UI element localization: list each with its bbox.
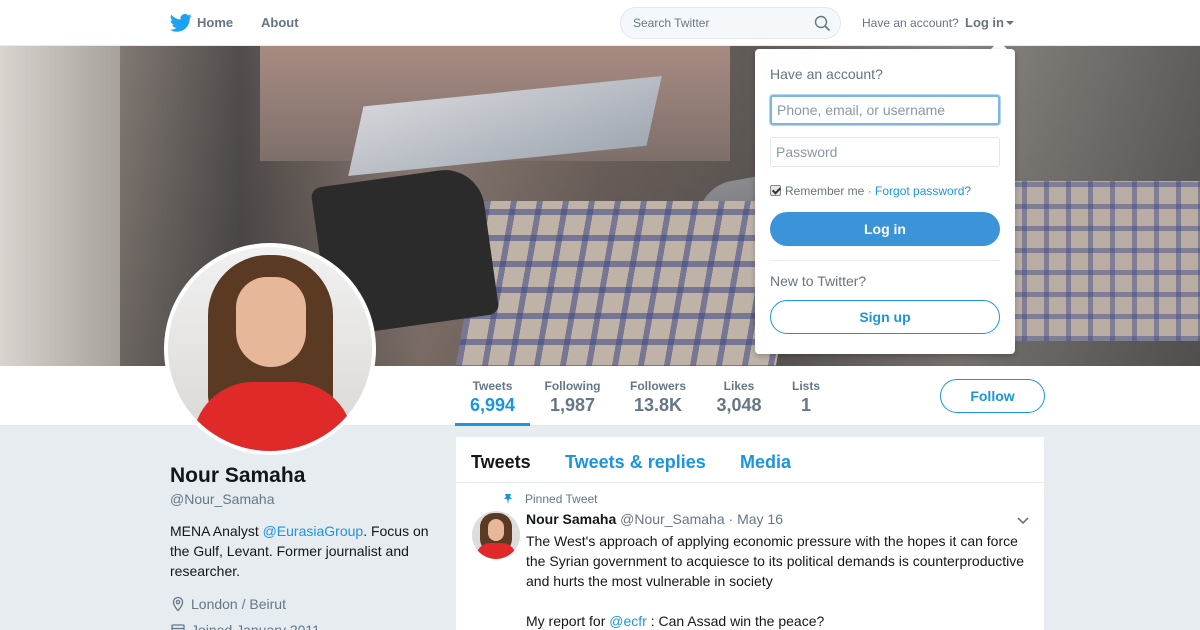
bio-mention-link[interactable]: @EurasiaGroup <box>263 523 364 539</box>
new-to-twitter-text: New to Twitter? <box>770 273 867 289</box>
timeline-tabs: Tweets Tweets & replies Media <box>456 437 1044 483</box>
stat-following[interactable]: Following 1,987 <box>540 366 605 426</box>
profile-location: London / Beirut <box>170 596 286 612</box>
forgot-password-link[interactable]: Forgot password? <box>875 184 971 198</box>
stat-tweets[interactable]: Tweets 6,994 <box>455 366 530 426</box>
twitter-bird-icon[interactable] <box>170 13 192 33</box>
nav-about-link[interactable]: About <box>261 15 299 30</box>
nav-home-link[interactable]: Home <box>197 15 233 30</box>
tweet-text-part: My report for <box>526 613 610 629</box>
search-input[interactable] <box>633 16 803 30</box>
stat-value: 6,994 <box>469 395 516 415</box>
dropdown-title: Have an account? <box>770 66 883 82</box>
bio-text: MENA Analyst <box>170 523 263 539</box>
stat-label: Likes <box>723 379 755 393</box>
stat-value: 1,987 <box>549 395 596 415</box>
stat-value: 1 <box>800 395 811 415</box>
tweet-mention-link[interactable]: @ecfr <box>609 613 647 629</box>
pin-icon <box>504 494 512 504</box>
stat-likes[interactable]: Likes 3,048 <box>711 366 767 426</box>
profile-joined: Joined January 2011 <box>170 622 320 630</box>
have-account-text: Have an account? <box>862 16 959 30</box>
tweet-date[interactable]: · May 16 <box>729 511 783 527</box>
profile-avatar[interactable] <box>164 243 376 455</box>
remember-row: Remember me · Forgot password? <box>770 184 971 198</box>
stat-label: Lists <box>791 379 820 393</box>
follow-button[interactable]: Follow <box>940 379 1045 413</box>
tab-tweets-replies[interactable]: Tweets & replies <box>565 452 706 473</box>
username-field[interactable] <box>770 95 1000 125</box>
password-field[interactable] <box>770 137 1000 167</box>
stat-label: Followers <box>629 379 686 393</box>
location-icon <box>172 596 184 612</box>
tweet-header: Nour Samaha @Nour_Samaha · May 16 <box>526 511 783 527</box>
location-text: London / Beirut <box>191 596 286 612</box>
top-nav: Home About Have an account? Log in <box>0 0 1200 46</box>
stat-label: Following <box>544 379 601 393</box>
search-icon[interactable] <box>814 15 830 31</box>
profile-handle[interactable]: @Nour_Samaha <box>170 491 275 507</box>
remember-checkbox[interactable] <box>770 185 781 196</box>
joined-text: Joined January 2011 <box>191 622 320 630</box>
login-dropdown: Have an account? Remember me · Forgot pa… <box>755 49 1015 354</box>
stat-label: Tweets <box>472 379 513 393</box>
tweet-text-line: My report for @ecfr : Can Assad win the … <box>526 611 1036 630</box>
tab-tweets[interactable]: Tweets <box>471 452 531 473</box>
stat-lists[interactable]: Lists 1 <box>786 366 826 426</box>
stat-followers[interactable]: Followers 13.8K <box>625 366 691 426</box>
tab-media[interactable]: Media <box>740 452 791 473</box>
stat-value: 3,048 <box>716 395 762 415</box>
divider <box>770 260 1000 261</box>
profile-bio: MENA Analyst @EurasiaGroup. Focus on the… <box>170 521 430 581</box>
calendar-icon <box>171 624 185 630</box>
login-toggle-label: Log in <box>965 15 1004 30</box>
login-button[interactable]: Log in <box>770 212 1000 246</box>
tweet-author-name[interactable]: Nour Samaha <box>526 511 616 527</box>
caret-down-icon <box>1006 21 1014 25</box>
tweet-text-part: : Can Assad win the peace? <box>646 613 825 629</box>
tweet-author-handle[interactable]: @Nour_Samaha <box>620 511 725 527</box>
stat-value: 13.8K <box>633 395 683 415</box>
search-box <box>620 7 841 39</box>
signup-button[interactable]: Sign up <box>770 300 1000 334</box>
profile-name[interactable]: Nour Samaha <box>170 464 305 488</box>
tweet-text: The West's approach of applying economic… <box>526 533 1025 589</box>
pinned-label: Pinned Tweet <box>525 492 598 506</box>
chevron-down-icon[interactable] <box>1016 516 1030 526</box>
separator-text: · <box>864 184 876 198</box>
timeline: Tweets Tweets & replies Media Pinned Twe… <box>456 437 1044 630</box>
login-dropdown-toggle[interactable]: Log in <box>965 15 1014 30</box>
remember-label[interactable]: Remember me <box>785 184 864 198</box>
tweet-avatar[interactable] <box>472 511 520 559</box>
